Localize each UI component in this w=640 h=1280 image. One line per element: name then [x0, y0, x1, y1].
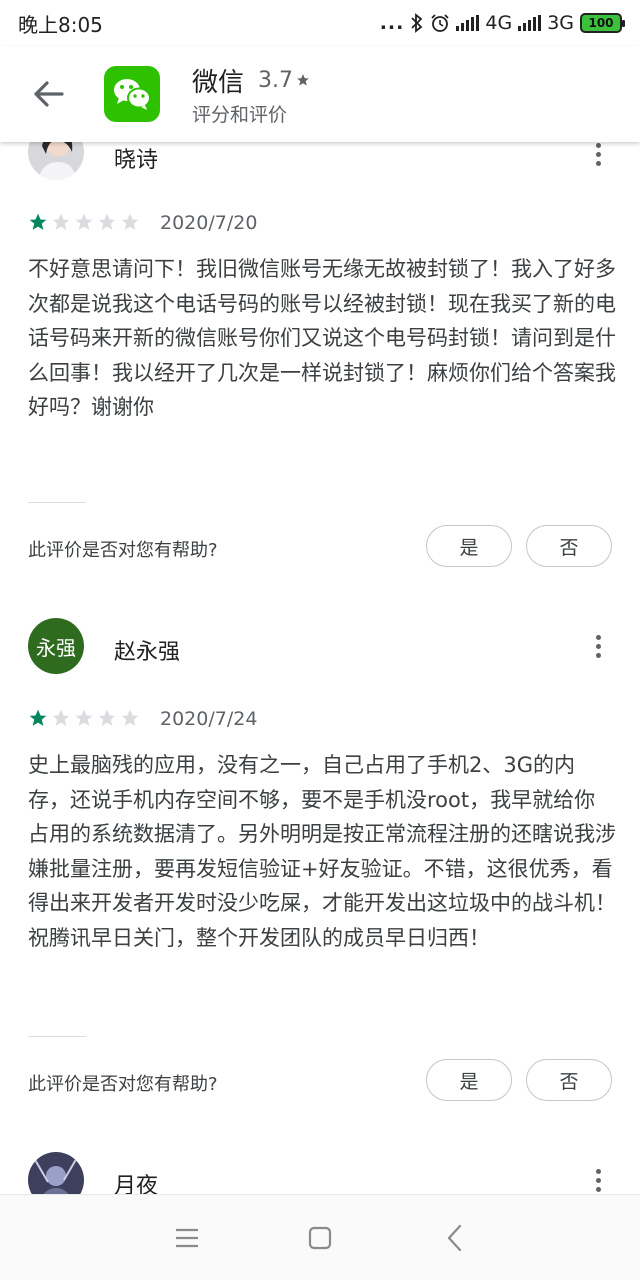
- back-chevron-icon[interactable]: [438, 1221, 472, 1255]
- review-text: 不好意思请问下！我旧微信账号无缘无故被封锁了！我入了好多次都是说我这个电话号码的…: [28, 257, 616, 419]
- star-icon: [52, 213, 70, 230]
- menu-icon[interactable]: [170, 1221, 204, 1255]
- star-rating: [28, 708, 140, 728]
- alarm-icon: [431, 14, 450, 32]
- app-header: 微信 3.7 评分和评价: [0, 46, 640, 142]
- helpful-no-button[interactable]: 否: [526, 1059, 612, 1101]
- helpful-no-button[interactable]: 否: [526, 525, 612, 567]
- more-vert-icon[interactable]: [586, 1164, 610, 1194]
- navigation-bar: [0, 1194, 640, 1280]
- avatar-text: 永强: [36, 635, 76, 660]
- avatar: [28, 142, 84, 180]
- home-square-icon[interactable]: [303, 1221, 337, 1255]
- status-dots: ...: [379, 12, 405, 34]
- review-date: 2020/7/24: [160, 708, 258, 730]
- star-icon: [98, 709, 116, 726]
- avatar: [28, 1152, 84, 1194]
- back-arrow-icon[interactable]: [28, 74, 68, 114]
- helpful-yes-button[interactable]: 是: [426, 525, 512, 567]
- review-text: 史上最脑残的应用，没有之一，自己占用了手机2、3G的内存，还说手机内存空间不够，…: [28, 753, 616, 950]
- helpful-question: 此评价是否对您有帮助?: [28, 1074, 218, 1095]
- star-icon: [121, 213, 139, 230]
- reviewer-name: 晓诗: [114, 148, 159, 173]
- review-date: 2020/7/20: [160, 212, 258, 234]
- app-title: 微信 3.7: [192, 62, 310, 99]
- reviews-list[interactable]: 晓诗 2020/7/20 不好意思请问下！我旧微信账号无缘无故被封锁了！我入了好…: [0, 142, 640, 1194]
- star-icon: [98, 213, 116, 230]
- reviewer-name: 赵永强: [114, 640, 181, 665]
- star-icon: [75, 709, 93, 726]
- bluetooth-icon: [411, 13, 423, 33]
- status-time: 晚上8:05: [18, 12, 103, 37]
- reviewer-name: 月夜: [114, 1174, 159, 1194]
- divider: [28, 502, 86, 503]
- app-name: 微信: [192, 68, 245, 98]
- wechat-icon[interactable]: [104, 66, 160, 122]
- star-icon: [121, 709, 139, 726]
- star-rating: [28, 212, 140, 232]
- network-label-2: 3G: [547, 12, 574, 34]
- star-icon: [75, 213, 93, 230]
- divider: [28, 1036, 86, 1037]
- app-rating: 3.7: [258, 68, 310, 93]
- helpful-yes-button[interactable]: 是: [426, 1059, 512, 1101]
- more-vert-icon[interactable]: [586, 630, 610, 662]
- battery-level: 100: [588, 16, 614, 30]
- helpful-question: 此评价是否对您有帮助?: [28, 540, 218, 561]
- status-icons: ... 4G 3G 100: [379, 12, 625, 34]
- battery-icon: 100: [580, 13, 625, 33]
- star-icon: [29, 213, 47, 230]
- signal-icon-2: [518, 15, 542, 31]
- rating-star-icon: [297, 74, 309, 86]
- status-bar: 晚上8:05 ... 4G 3G 100: [0, 0, 640, 46]
- more-vert-icon[interactable]: [586, 142, 610, 170]
- star-icon: [52, 709, 70, 726]
- avatar: 永强: [28, 618, 84, 674]
- signal-icon: [456, 15, 480, 31]
- star-icon: [29, 709, 47, 726]
- network-label-1: 4G: [485, 12, 513, 34]
- app-subtitle: 评分和评价: [192, 104, 288, 126]
